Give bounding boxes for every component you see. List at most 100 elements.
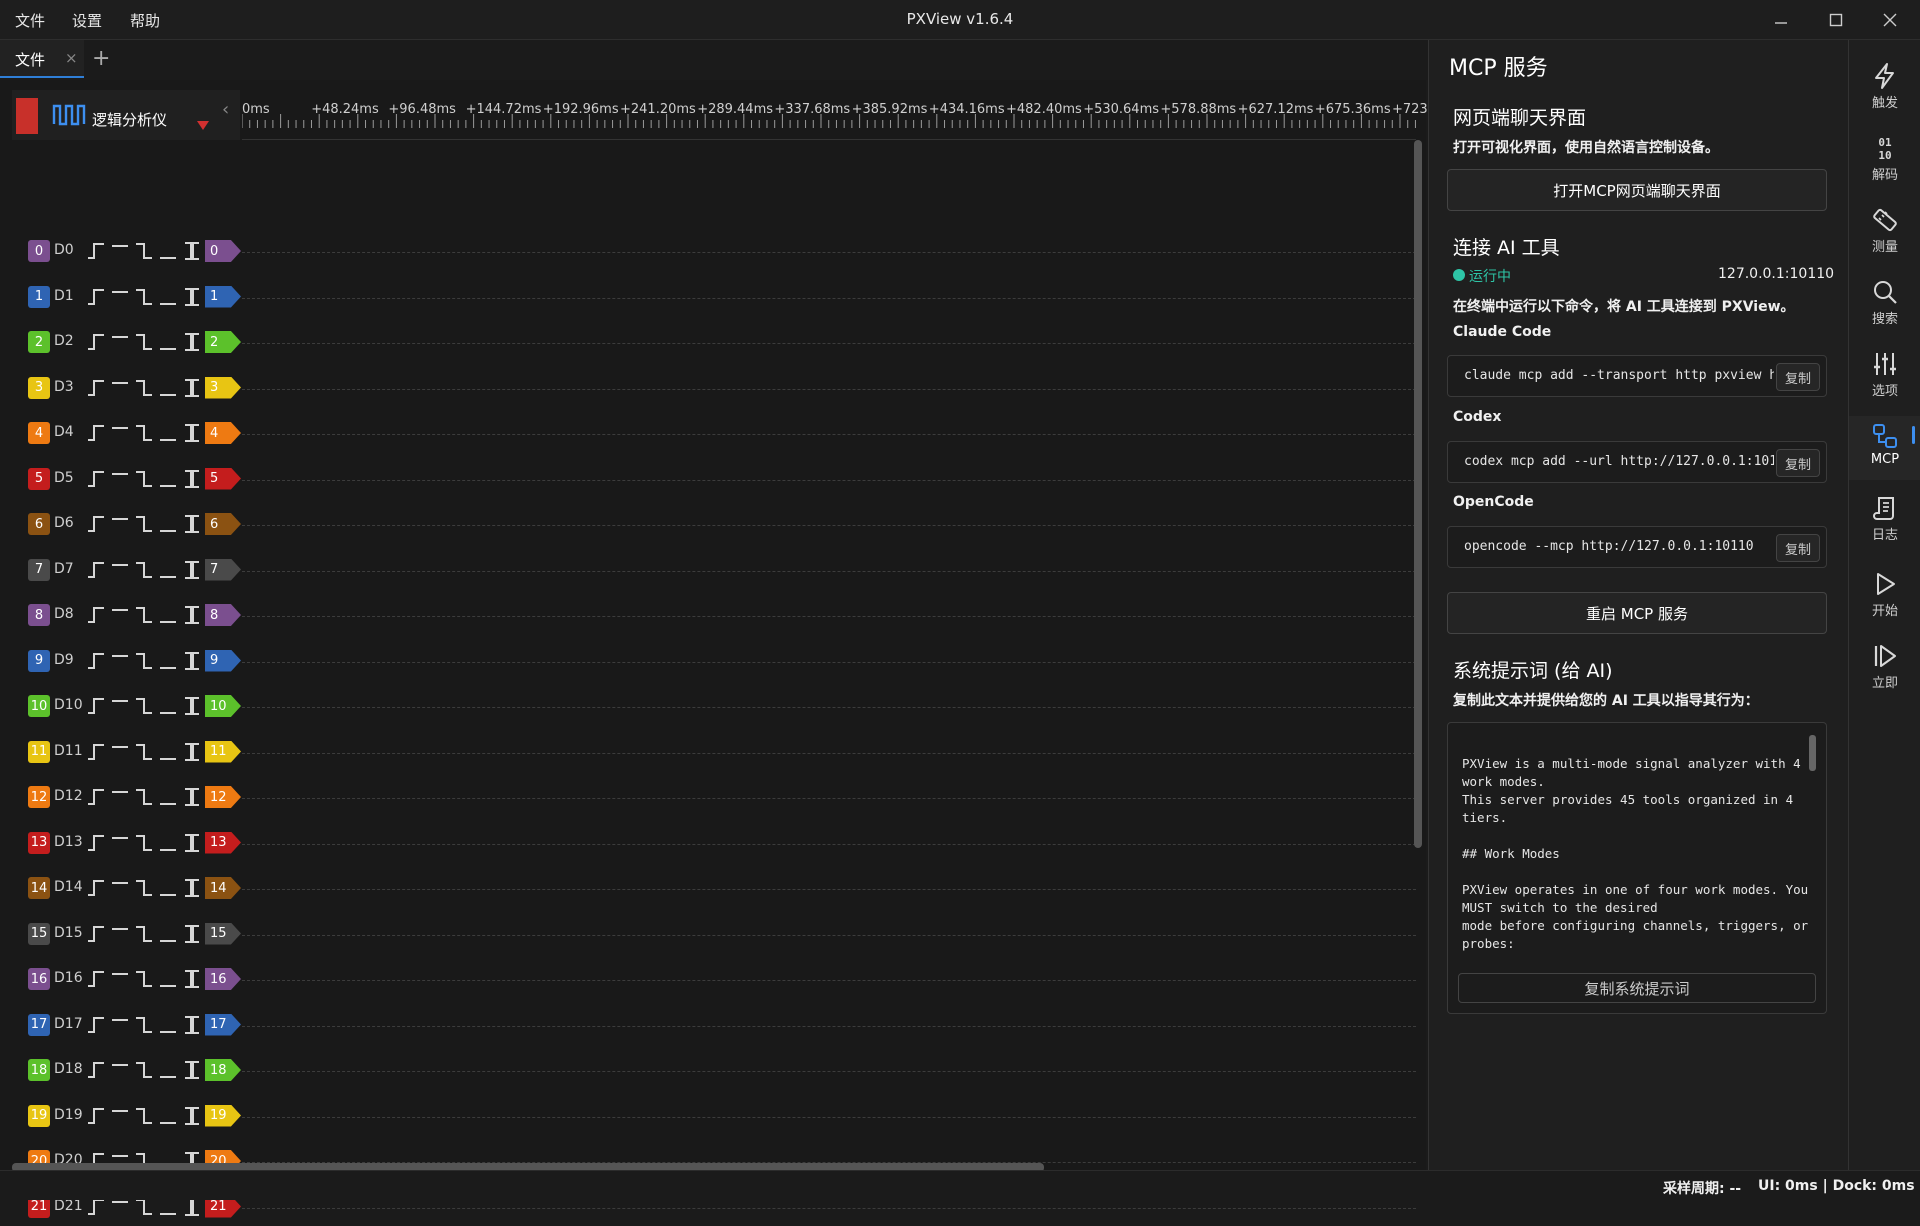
opencode-command[interactable]: opencode --mcp http://127.0.0.1:10110 xyxy=(1464,539,1774,554)
high-level-icon[interactable] xyxy=(110,240,130,262)
rising-edge-icon[interactable] xyxy=(86,377,106,399)
rising-edge-icon[interactable] xyxy=(86,741,106,763)
falling-edge-icon[interactable] xyxy=(134,1105,154,1127)
any-edge-icon[interactable] xyxy=(182,741,202,763)
high-level-icon[interactable] xyxy=(110,923,130,945)
rising-edge-icon[interactable] xyxy=(86,1105,106,1127)
rail-mcp[interactable]: MCP xyxy=(1849,416,1920,480)
codex-command[interactable]: codex mcp add --url http://127.0.0.1:101… xyxy=(1464,454,1774,469)
rising-edge-icon[interactable] xyxy=(86,786,106,808)
any-edge-icon[interactable] xyxy=(182,240,202,262)
rising-edge-icon[interactable] xyxy=(86,559,106,581)
collapse-chevron-icon[interactable]: ‹ xyxy=(222,99,229,120)
prompt-scrollbar[interactable] xyxy=(1809,735,1816,771)
rising-edge-icon[interactable] xyxy=(86,923,106,945)
channel-trace[interactable] xyxy=(242,1207,1416,1209)
codex-command-box[interactable]: codex mcp add --url http://127.0.0.1:101… xyxy=(1447,441,1827,483)
rising-edge-icon[interactable] xyxy=(86,286,106,308)
channel-marker[interactable]: 15 xyxy=(205,922,241,945)
channel-trace[interactable] xyxy=(242,1116,1416,1118)
channel-row[interactable]: 6 D6 6 xyxy=(24,503,1416,543)
low-level-icon[interactable] xyxy=(158,468,178,490)
channel-trace[interactable] xyxy=(242,525,1416,526)
menu-file[interactable]: 文件 xyxy=(15,10,45,31)
channel-name[interactable]: D2 xyxy=(54,333,74,349)
channel-row[interactable]: 18 D18 18 xyxy=(24,1049,1416,1089)
low-level-icon[interactable] xyxy=(158,877,178,899)
channel-name[interactable]: D3 xyxy=(54,379,74,395)
channel-trace[interactable] xyxy=(242,297,1416,299)
high-level-icon[interactable] xyxy=(110,1105,130,1127)
any-edge-icon[interactable] xyxy=(182,1059,202,1081)
channel-row[interactable]: 1 D1 1 xyxy=(24,276,1416,316)
claude-command-box[interactable]: claude mcp add --transport http pxview h… xyxy=(1447,355,1827,397)
falling-edge-icon[interactable] xyxy=(134,513,154,535)
channel-index-badge[interactable]: 6 xyxy=(28,513,50,535)
low-level-icon[interactable] xyxy=(158,331,178,353)
rising-edge-icon[interactable] xyxy=(86,968,106,990)
rail-start[interactable]: 开始 xyxy=(1849,564,1920,628)
channel-index-badge[interactable]: 14 xyxy=(28,877,50,899)
channel-row[interactable]: 12 D12 12 xyxy=(24,776,1416,816)
low-level-icon[interactable] xyxy=(158,786,178,808)
channel-index-badge[interactable]: 13 xyxy=(28,831,50,854)
tab-file[interactable]: 文件 × xyxy=(0,40,84,78)
channel-trace[interactable] xyxy=(242,889,1416,890)
copy-codex-button[interactable]: 复制 xyxy=(1776,449,1820,477)
channel-name[interactable]: D9 xyxy=(54,652,74,668)
falling-edge-icon[interactable] xyxy=(134,832,154,854)
system-prompt-text[interactable]: PXView is a multi-mode signal analyzer w… xyxy=(1462,755,1812,953)
falling-edge-icon[interactable] xyxy=(134,604,154,626)
low-level-icon[interactable] xyxy=(158,1014,178,1036)
channel-name[interactable]: D1 xyxy=(54,288,74,304)
rising-edge-icon[interactable] xyxy=(86,832,106,854)
channel-trace[interactable] xyxy=(242,434,1416,435)
channel-name[interactable]: D6 xyxy=(54,515,74,531)
low-level-icon[interactable] xyxy=(158,1105,178,1127)
low-level-icon[interactable] xyxy=(158,695,178,717)
channel-row[interactable]: 17 D17 17 xyxy=(24,1004,1416,1044)
channel-name[interactable]: D14 xyxy=(54,879,83,895)
channel-marker[interactable]: 0 xyxy=(205,240,241,262)
falling-edge-icon[interactable] xyxy=(134,1014,154,1036)
menu-settings[interactable]: 设置 xyxy=(72,10,102,31)
dropdown-arrow-icon[interactable] xyxy=(196,120,210,132)
high-level-icon[interactable] xyxy=(110,377,130,399)
rail-instant[interactable]: 立即 xyxy=(1849,636,1920,700)
channel-row[interactable]: 13 D13 13 xyxy=(24,822,1416,862)
channel-name[interactable]: D5 xyxy=(54,470,74,486)
channel-row[interactable]: 19 D19 19 xyxy=(24,1095,1416,1135)
low-level-icon[interactable] xyxy=(158,923,178,945)
high-level-icon[interactable] xyxy=(110,832,130,854)
channel-name[interactable]: D13 xyxy=(54,834,83,850)
channel-marker[interactable]: 11 xyxy=(205,740,241,763)
channel-row[interactable]: 7 D7 7 xyxy=(24,549,1416,589)
channel-index-badge[interactable]: 7 xyxy=(28,558,50,581)
add-tab-button[interactable]: + xyxy=(92,46,110,71)
channel-index-badge[interactable]: 16 xyxy=(28,968,50,990)
channel-marker[interactable]: 17 xyxy=(205,1013,241,1036)
channel-marker[interactable]: 16 xyxy=(205,968,241,990)
any-edge-icon[interactable] xyxy=(182,695,202,717)
channel-row[interactable]: 2 D2 2 xyxy=(24,321,1416,361)
low-level-icon[interactable] xyxy=(158,1059,178,1081)
low-level-icon[interactable] xyxy=(158,377,178,399)
rail-options[interactable]: 选项 xyxy=(1849,344,1920,408)
channel-marker[interactable]: 19 xyxy=(205,1104,241,1127)
any-edge-icon[interactable] xyxy=(182,422,202,444)
falling-edge-icon[interactable] xyxy=(134,968,154,990)
channel-row[interactable]: 15 D15 15 xyxy=(24,913,1416,953)
channel-index-badge[interactable]: 8 xyxy=(28,604,50,626)
any-edge-icon[interactable] xyxy=(182,968,202,990)
minimize-button[interactable] xyxy=(1761,6,1801,34)
high-level-icon[interactable] xyxy=(110,559,130,581)
rail-search[interactable]: 搜索 xyxy=(1849,272,1920,336)
high-level-icon[interactable] xyxy=(110,1059,130,1081)
high-level-icon[interactable] xyxy=(110,877,130,899)
high-level-icon[interactable] xyxy=(110,604,130,626)
channel-row[interactable]: 0 D0 0 xyxy=(24,230,1416,270)
high-level-icon[interactable] xyxy=(110,968,130,990)
channel-index-badge[interactable]: 17 xyxy=(28,1013,50,1036)
channel-index-badge[interactable]: 2 xyxy=(28,331,50,353)
falling-edge-icon[interactable] xyxy=(134,559,154,581)
